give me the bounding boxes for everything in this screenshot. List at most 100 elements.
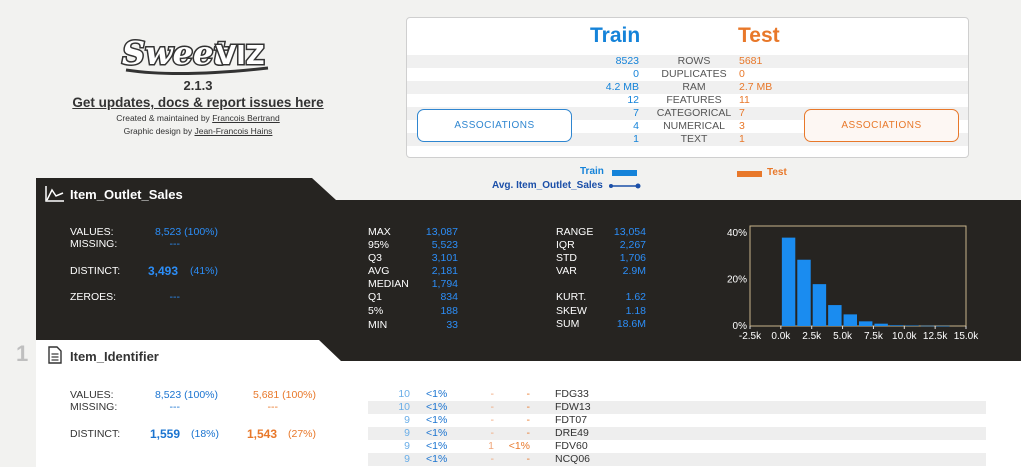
stat-value: 33 <box>446 319 458 331</box>
y-tick-label: 40% <box>727 228 747 239</box>
associations-test-button[interactable]: ASSOCIATIONS <box>804 109 959 142</box>
freq-test-count: 1 <box>488 440 494 452</box>
stat-value: 5,523 <box>431 239 458 251</box>
stat-value: 13,087 <box>425 226 458 238</box>
missing-label: MISSING: <box>70 401 118 413</box>
freq-count: 9 <box>404 453 410 465</box>
values-label: VALUES: <box>70 389 114 401</box>
svg-text:Sweet: Sweet <box>122 34 228 72</box>
stat-label: VAR <box>556 265 577 277</box>
freq-test-count: - <box>490 453 495 465</box>
stat-label: 95% <box>368 239 390 251</box>
freq-test-count: - <box>490 427 495 439</box>
histogram-bar <box>920 325 935 327</box>
stat-value: 834 <box>440 291 458 303</box>
summary-label: RAM <box>682 81 706 93</box>
summary-label: DUPLICATES <box>661 68 727 80</box>
summary-row: 12 FEATURES 11 <box>407 94 968 107</box>
summary-test-value: 2.7 MB <box>739 81 773 93</box>
freq-count: 9 <box>404 414 410 426</box>
missing-label: MISSING: <box>70 238 118 250</box>
summary-train-value: 12 <box>627 94 639 106</box>
updates-link[interactable]: Get updates, docs & report issues here <box>0 95 396 110</box>
y-tick-label: 0% <box>733 321 748 332</box>
histogram-chart: -2.5k 0.0k 2.5k 5.0k 7.5k 10.0k 12.5k 15.0k0%20… <box>727 225 979 342</box>
credit-design-link[interactable]: Jean-Francois Hains <box>194 126 272 136</box>
freq-count: 10 <box>398 388 410 400</box>
stat-value: 188 <box>440 305 458 317</box>
freq-test-pct: - <box>526 427 531 439</box>
freq-test-pct: - <box>526 453 531 465</box>
document-icon <box>48 346 62 364</box>
freq-label: FDT07 <box>555 414 588 426</box>
histogram-bar <box>781 237 796 326</box>
test-header: Test <box>738 24 780 47</box>
stat-label: KURT. <box>556 291 587 303</box>
histogram-bar <box>874 323 888 326</box>
zeroes-value: --- <box>169 291 181 303</box>
sweetviz-logo: Sweet VIZ <box>121 33 269 76</box>
frequency-row: 10 <1% - - FDG33 <box>368 388 986 401</box>
feature-title[interactable]: Item_Identifier <box>70 349 159 364</box>
summary-row: 4.2 MB RAM 2.7 MB <box>407 81 968 94</box>
version-label: 2.1.3 <box>183 78 213 93</box>
line-chart-icon <box>45 186 64 202</box>
stat-value: 2,181 <box>431 265 458 277</box>
stat-label: MAX <box>368 226 391 238</box>
legend-train-label: Train <box>580 166 604 177</box>
distinct-train-pct: (18%) <box>191 428 220 440</box>
stat-label: STD <box>556 252 577 264</box>
stat-label: Q1 <box>368 291 383 303</box>
freq-count: 9 <box>404 427 410 439</box>
legend-test-swatch <box>737 171 762 177</box>
freq-label: FDG33 <box>555 388 589 400</box>
histogram-bar <box>905 325 919 327</box>
freq-test-count: - <box>490 414 495 426</box>
summary-test-value: 5681 <box>739 55 763 67</box>
freq-test-count: - <box>490 401 495 413</box>
values-label: VALUES: <box>70 226 114 238</box>
stat-value: 18.6M <box>616 318 646 330</box>
freq-label: DRE49 <box>555 427 589 439</box>
stat-value: 3,101 <box>431 252 458 264</box>
missing-test: --- <box>267 401 279 413</box>
histogram-bar <box>828 305 842 326</box>
zeroes-label: ZEROES: <box>70 291 117 303</box>
freq-test-pct: - <box>526 388 531 400</box>
associations-train-button[interactable]: ASSOCIATIONS <box>417 109 572 142</box>
stat-value: 1.62 <box>625 291 646 303</box>
freq-count: 9 <box>404 440 410 452</box>
summary-label: CATEGORICAL <box>656 107 732 119</box>
freq-label: FDV60 <box>555 440 588 452</box>
svg-text:VIZ: VIZ <box>216 41 265 71</box>
histogram-bar <box>812 284 827 326</box>
freq-test-pct: - <box>526 401 531 413</box>
freq-pct: <1% <box>426 401 448 413</box>
feature-title[interactable]: Item_Outlet_Sales <box>70 187 183 202</box>
frequency-row: 9 <1% 1 <1% FDV60 <box>368 440 986 453</box>
values-value: 8,523 (100%) <box>154 226 218 238</box>
stat-value: 1.18 <box>625 305 646 317</box>
legend-test-label: Test <box>767 167 787 178</box>
freq-test-pct: <1% <box>508 440 530 452</box>
histogram-bar <box>889 325 904 326</box>
credit-created-link[interactable]: Francois Bertrand <box>212 113 280 123</box>
stat-value: 13,054 <box>613 226 646 238</box>
freq-pct: <1% <box>426 414 448 426</box>
freq-test-pct: - <box>526 414 531 426</box>
freq-pct: <1% <box>426 427 448 439</box>
values-test: 5,681 (100%) <box>252 389 316 401</box>
freq-pct: <1% <box>426 388 448 400</box>
summary-train-value: 4.2 MB <box>605 81 639 93</box>
summary-train-value: 0 <box>633 68 639 80</box>
stat-value: 1,706 <box>619 252 646 264</box>
freq-pct: <1% <box>426 453 448 465</box>
stat-label: IQR <box>556 239 575 251</box>
distinct-pct: (41%) <box>190 265 219 277</box>
histogram-bar <box>797 259 811 326</box>
summary-test-value: 0 <box>739 68 745 80</box>
stat-value: 1,794 <box>431 278 458 290</box>
distinct-test: 1,543 <box>247 427 278 441</box>
frequency-row: 9 <1% - - NCQ06 <box>368 453 986 466</box>
stat-label: Q3 <box>368 252 383 264</box>
